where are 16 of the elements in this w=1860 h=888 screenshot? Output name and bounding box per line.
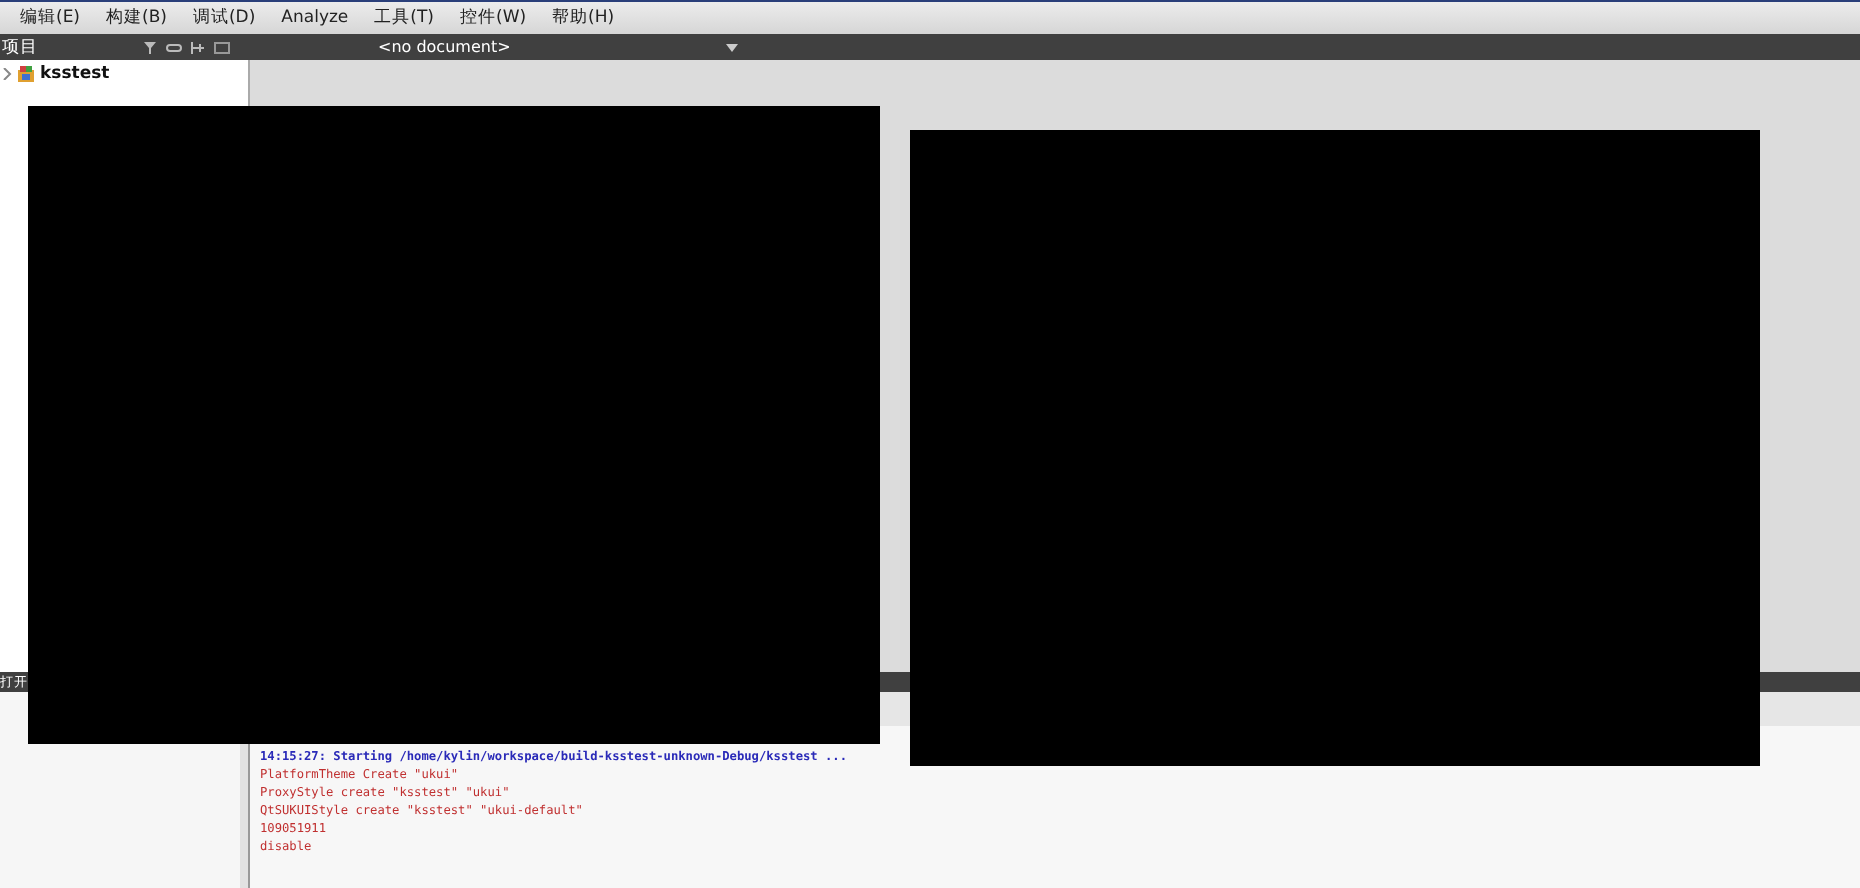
menu-item[interactable]: 控件(W) [460, 6, 527, 30]
menu-item[interactable]: 调试(D) [192, 6, 256, 30]
menu-item[interactable]: 构建(B) [106, 6, 167, 30]
tree-item[interactable]: ksstest [40, 63, 110, 83]
project-icon [18, 65, 34, 81]
caret-icon [726, 43, 738, 51]
menu-item[interactable]: Analyze [281, 8, 349, 28]
menu-item[interactable]: 帮助(H) [552, 6, 615, 30]
split-icon[interactable] [190, 39, 206, 55]
menu-item[interactable]: 工具(T) [374, 6, 434, 30]
panel-title: 项目 [0, 35, 40, 59]
filter-icon[interactable] [142, 39, 158, 55]
close-panel-icon[interactable] [214, 39, 230, 55]
document-selector[interactable]: <no document> [278, 38, 746, 56]
link-icon[interactable] [166, 39, 182, 55]
menu-item[interactable]: 编辑(E) [20, 6, 81, 30]
